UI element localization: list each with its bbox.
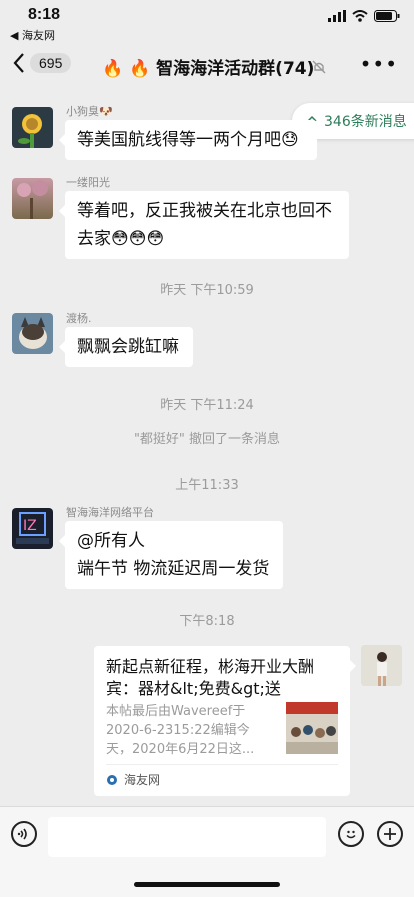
link-card-title: 新起点新征程，彬海开业大酬 宾：器材&lt;免费&gt;送 xyxy=(106,656,338,700)
more-options-button[interactable]: ••• xyxy=(360,52,398,76)
smile-icon xyxy=(346,830,356,839)
svg-text:IZ: IZ xyxy=(23,518,37,534)
voice-icon xyxy=(17,828,27,840)
sender-name: 小狗臭🐶 xyxy=(66,105,113,118)
message-bubble[interactable]: 飘飘会跳缸嘛 xyxy=(59,327,193,367)
back-to-app-link[interactable]: ◀ 海友网 xyxy=(10,27,55,43)
mute-icon xyxy=(312,60,326,74)
sender-name: 智海海洋网络平台 xyxy=(66,506,154,519)
plus-icon xyxy=(384,828,396,840)
back-button[interactable]: 695 xyxy=(12,52,72,74)
more-functions-button[interactable] xyxy=(377,821,403,847)
battery-icon xyxy=(374,10,400,22)
link-card-title-line: 宾：器材&lt;免费&gt;送 xyxy=(106,679,281,698)
unread-count-badge: 695 xyxy=(30,53,72,73)
sender-name: 一缕阳光 xyxy=(66,176,110,189)
avatar[interactable]: IZ xyxy=(12,508,53,549)
link-card-description: 本帖最后由Wavereef于 2020-6-2315:22编辑今 天，2020年… xyxy=(106,702,284,759)
message-text-line: @所有人 xyxy=(77,531,145,551)
message-bubble[interactable]: @所有人 端午节 物流延迟周一发货 xyxy=(59,521,283,589)
link-card-desc-line: 天，2020年6月22日这... xyxy=(106,742,255,757)
chat-title: 🔥 🔥 智海海洋活动群(74) xyxy=(102,59,315,79)
message-text-line: 端午节 物流延迟周一发货 xyxy=(77,559,270,579)
platform-logo-icon: IZ xyxy=(16,512,49,544)
cat-avatar-icon xyxy=(19,317,47,349)
home-indicator[interactable] xyxy=(134,882,280,887)
recall-notice: "都挺好" 撤回了一条消息 xyxy=(133,432,281,447)
sender-name: 渡杨. xyxy=(66,312,92,325)
status-time: 8:18 xyxy=(28,6,61,23)
chevron-left-icon xyxy=(13,53,24,73)
avatar[interactable] xyxy=(12,313,53,354)
new-messages-label: 346条新消息 xyxy=(324,114,407,130)
message-bubble[interactable]: 等美国航线得等一两个月吧😓 xyxy=(59,120,317,160)
message-text-line: 去家😳😳😳 xyxy=(77,229,165,249)
timestamp: 昨天 下午11:24 xyxy=(160,398,254,413)
voice-input-button[interactable] xyxy=(11,821,37,847)
link-card-desc-line: 2020-6-2315:22编辑今 xyxy=(106,723,250,738)
my-avatar[interactable] xyxy=(361,645,402,686)
sunflower-avatar-icon xyxy=(18,114,42,148)
message-input[interactable] xyxy=(48,817,326,857)
status-icons xyxy=(328,10,400,22)
message-bubble[interactable]: 等着吧，反正我被关在北京也回不 去家😳😳😳 xyxy=(59,191,349,259)
link-card-source: 海友网 xyxy=(124,773,161,787)
link-card[interactable]: 新起点新征程，彬海开业大酬 宾：器材&lt;免费&gt;送 本帖最后由Waver… xyxy=(94,646,356,796)
site-logo-icon xyxy=(107,774,117,785)
avatar[interactable] xyxy=(12,107,53,148)
photo-avatar-icon xyxy=(17,180,48,219)
link-card-desc-line: 本帖最后由Wavereef于 xyxy=(106,704,246,719)
chat-header: 695 🔥 🔥 智海海洋活动群(74) ••• xyxy=(0,44,414,88)
timestamp: 上午11:33 xyxy=(175,478,239,493)
link-card-title-line: 新起点新征程，彬海开业大酬 xyxy=(106,657,315,676)
wifi-icon xyxy=(352,10,368,22)
signal-icon xyxy=(328,10,346,22)
timestamp: 昨天 下午10:59 xyxy=(160,283,254,298)
avatar[interactable] xyxy=(12,178,53,219)
timestamp: 下午8:18 xyxy=(179,614,235,629)
status-bar: 8:18 ◀ 海友网 xyxy=(0,0,414,44)
message-text-line: 等着吧，反正我被关在北京也回不 xyxy=(77,201,332,221)
photo-avatar-icon xyxy=(361,645,402,686)
link-card-thumbnail xyxy=(286,702,338,754)
link-card-footer: 海友网 xyxy=(106,764,338,788)
emoji-button[interactable] xyxy=(338,821,364,847)
